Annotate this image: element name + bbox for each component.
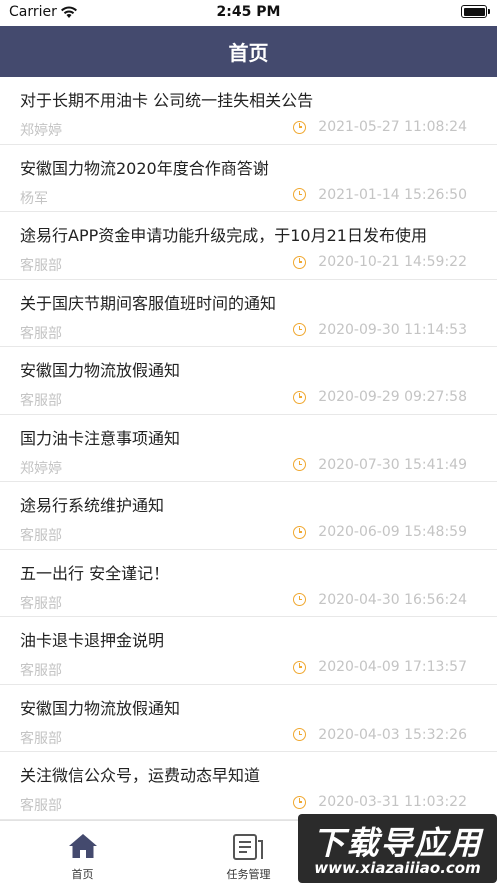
- notice-time: 2020-06-09 15:48:59: [318, 524, 467, 540]
- notice-author: 郑婷婷: [20, 460, 62, 477]
- battery-icon: [461, 5, 490, 18]
- notice-title: 国力油卡注意事项通知: [20, 428, 181, 448]
- notice-title: 安徽国力物流2020年度合作商答谢: [20, 158, 269, 178]
- clock-icon: [293, 120, 307, 134]
- notice-author: 客服部: [20, 663, 62, 679]
- watermark-title: 下载导应用: [312, 824, 483, 862]
- notice-row[interactable]: 途易行APP资金申请功能升级完成，于10月21日发布使用 客服部 2020-10…: [0, 212, 497, 280]
- home-icon: [69, 834, 97, 858]
- notice-row[interactable]: 油卡退卡退押金说明 客服部 2020-04-09 17:13:57: [0, 617, 497, 685]
- notice-title: 安徽国力物流放假通知: [20, 361, 181, 380]
- notice-time: 2020-09-30 11:14:53: [318, 321, 467, 338]
- notice-title: 途易行APP资金申请功能升级完成，于10月21日发布使用: [20, 226, 427, 245]
- notice-row[interactable]: 国力油卡注意事项通知 郑婷婷 2020-07-30 15:41:49: [0, 415, 497, 482]
- notice-time: 2021-05-27 11:08:24: [318, 119, 467, 135]
- tab-home-label: 首页: [71, 868, 94, 881]
- clock-icon: [293, 188, 307, 201]
- notice-time: 2020-04-03 15:32:26: [318, 726, 467, 743]
- notice-row[interactable]: 安徽国力物流放假通知 客服部 2020-09-29 09:27:58: [0, 347, 497, 415]
- task-icon: [233, 834, 263, 860]
- notice-row[interactable]: 途易行系统维护通知 客服部 2020-06-09 15:48:59: [0, 482, 497, 550]
- clock-icon: [293, 525, 307, 539]
- notice-row[interactable]: 安徽国力物流放假通知 客服部 2020-04-03 15:32:26: [0, 685, 497, 752]
- watermark-logo: 下载导应用 www.xiazaiiiao.com: [298, 814, 497, 883]
- clock-icon: [293, 593, 307, 606]
- notice-author: 客服部: [20, 730, 62, 747]
- clock-icon: [293, 795, 307, 809]
- notice-title: 对于长期不用油卡 公司统一挂失相关公告: [20, 91, 314, 110]
- tab-home[interactable]: 首页: [0, 821, 165, 883]
- clock-icon: [293, 323, 307, 336]
- clock-icon: [293, 660, 307, 674]
- notice-time: 2020-07-30 15:41:49: [318, 456, 467, 473]
- clock-icon: [293, 728, 307, 741]
- navigation-bar: 首页: [0, 26, 497, 77]
- notice-author: 客服部: [20, 325, 62, 342]
- notice-time: 2020-04-09 17:13:57: [318, 659, 467, 675]
- page-title: 首页: [228, 41, 269, 65]
- notice-author: 客服部: [20, 798, 62, 814]
- notice-list[interactable]: 对于长期不用油卡 公司统一挂失相关公告 郑婷婷 2021-05-27 11:08…: [0, 77, 497, 820]
- notice-row[interactable]: 五一出行 安全谨记！ 客服部 2020-04-30 16:56:24: [0, 550, 497, 617]
- notice-time: 2020-09-29 09:27:58: [318, 389, 467, 405]
- notice-author: 杨军: [20, 190, 48, 207]
- clock-icon: [293, 390, 307, 404]
- notice-author: 客服部: [20, 595, 62, 612]
- notice-row[interactable]: 对于长期不用油卡 公司统一挂失相关公告 郑婷婷 2021-05-27 11:08…: [0, 77, 497, 145]
- notice-author: 客服部: [20, 258, 62, 274]
- notice-time: 2020-04-30 16:56:24: [318, 591, 467, 608]
- notice-row[interactable]: 关于国庆节期间客服值班时间的通知 客服部 2020-09-30 11:14:53: [0, 280, 497, 347]
- notice-time: 2020-03-31 11:03:22: [318, 794, 467, 810]
- notice-title: 途易行系统维护通知: [20, 496, 165, 515]
- notice-title: 关注微信公众号，运费动态早知道: [20, 766, 261, 785]
- notice-author: 郑婷婷: [20, 123, 62, 139]
- clock-time: 2:45 PM: [216, 4, 281, 20]
- notice-time: 2020-10-21 14:59:22: [318, 254, 467, 270]
- notice-title: 关于国庆节期间客服值班时间的通知: [20, 293, 277, 313]
- notice-author: 客服部: [20, 393, 62, 409]
- status-bar: Carrier 2:45 PM: [0, 0, 497, 26]
- notice-title: 安徽国力物流放假通知: [20, 698, 181, 718]
- watermark-url: www.xiazaiiiao.com: [314, 859, 481, 877]
- notice-title: 油卡退卡退押金说明: [20, 631, 165, 650]
- clock-icon: [293, 458, 307, 471]
- notice-row[interactable]: 关注微信公众号，运费动态早知道 客服部 2020-03-31 11:03:22: [0, 752, 497, 820]
- clock-icon: [293, 255, 307, 269]
- notice-author: 客服部: [20, 528, 62, 544]
- notice-row[interactable]: 安徽国力物流2020年度合作商答谢 杨军 2021-01-14 15:26:50: [0, 145, 497, 212]
- notice-title: 五一出行 安全谨记！: [20, 563, 170, 583]
- notice-time: 2021-01-14 15:26:50: [318, 186, 467, 203]
